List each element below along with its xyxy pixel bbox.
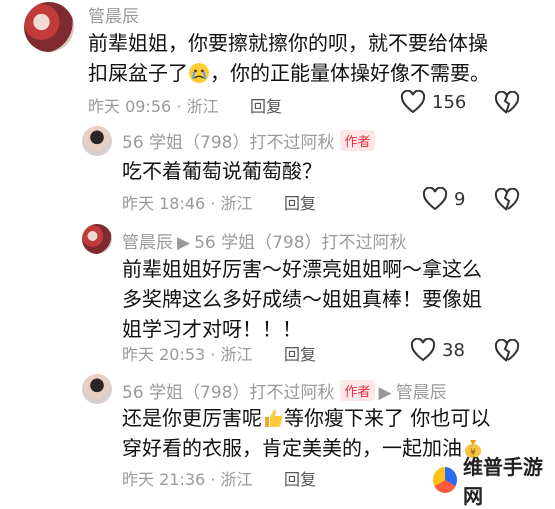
broken-heart-icon — [494, 91, 520, 115]
comment-text: 吃不着葡萄说葡萄酸？ — [122, 159, 322, 183]
watermark-logo-icon — [433, 467, 457, 493]
broken-heart-icon — [494, 339, 520, 363]
like-count: 38 — [442, 339, 465, 361]
comment-text-line: 多奖牌这么多好成绩～姐姐真棒！要像姐 — [122, 287, 482, 311]
reply-arrow-icon: ▶ — [378, 383, 392, 403]
comment-text-line: 穿好看的衣服，肯定美美的，一起加油 — [122, 436, 462, 460]
comment-meta: 昨天 09:56 · 浙江 — [88, 97, 219, 116]
watermark: 维普手游网 — [425, 455, 555, 508]
author-name-text: 56 学姐（798）打不过阿秋 — [122, 133, 335, 153]
comment-meta: 昨天 18:46 · 浙江 — [122, 194, 253, 213]
like-count: 156 — [432, 91, 467, 113]
comment-text-line: 前辈姐姐，你要擦就擦你的呗，就不要给体操 — [88, 31, 488, 55]
reply-button[interactable]: 回复 — [284, 190, 316, 214]
comment-meta: 昨天 21:36 · 浙江 — [122, 470, 253, 489]
author-badge: 作者 — [340, 130, 375, 151]
like-button[interactable]: 9 — [422, 187, 465, 211]
comment-text: 前辈姐姐好厉害～好漂亮姐姐啊～拿这么 多奖牌这么多好成绩～姐姐真棒！要像姐 姐学… — [122, 254, 542, 344]
comment-meta: 昨天 20:53 · 浙江 — [122, 345, 253, 364]
avatar[interactable] — [82, 224, 112, 254]
thumbs-up-emoji-icon — [262, 407, 284, 429]
author-name-text: 56 学姐（798）打不过阿秋 — [122, 383, 335, 403]
comment-text-line: 还是你更厉害呢 — [122, 406, 262, 430]
heart-icon — [400, 90, 426, 114]
reply-to-name[interactable]: 56 学姐（798）打不过阿秋 — [194, 233, 406, 253]
comment-author-name[interactable]: 56 学姐（798）打不过阿秋 作者 — [122, 128, 375, 153]
comment-author-name[interactable]: 管晨辰 ▶ 56 学姐（798）打不过阿秋 — [122, 228, 407, 253]
like-button[interactable]: 156 — [400, 90, 466, 114]
reply-button[interactable]: 回复 — [250, 93, 282, 117]
comment-text-line: 姐学习才对呀！！！ — [122, 317, 302, 341]
reply-arrow-icon: ▶ — [177, 233, 191, 253]
crying-face-emoji-icon — [188, 62, 210, 84]
reply-button[interactable]: 回复 — [284, 466, 316, 490]
dislike-button[interactable] — [494, 188, 520, 212]
dislike-button[interactable] — [494, 339, 520, 363]
comment-text-line: 前辈姐姐好厉害～好漂亮姐姐啊～拿这么 — [122, 257, 482, 281]
dislike-button[interactable] — [494, 91, 520, 115]
comment-author-name[interactable]: 56 学姐（798）打不过阿秋 作者 ▶ 管晨辰 — [122, 378, 447, 403]
avatar[interactable] — [82, 126, 112, 156]
heart-icon — [422, 187, 448, 211]
reply-button[interactable]: 回复 — [284, 341, 316, 365]
comment-text-line: ，你的正能量体操好像不需要。 — [210, 61, 490, 85]
comment-text: 前辈姐姐，你要擦就擦你的呗，就不要给体操 扣屎盆子了 ，你的正能量体操好像不需要。 — [88, 28, 548, 88]
comment-text-line: 扣屎盆子了 — [88, 61, 188, 85]
avatar[interactable] — [82, 374, 112, 404]
author-name-text: 管晨辰 — [122, 233, 173, 253]
watermark-text: 维普手游网 — [462, 455, 543, 508]
comment-text-line: 等你瘦下来了 你也可以 — [284, 406, 491, 430]
heart-icon — [410, 338, 436, 362]
author-badge: 作者 — [340, 380, 375, 401]
broken-heart-icon — [494, 188, 520, 212]
like-count: 9 — [454, 188, 466, 210]
avatar[interactable] — [24, 2, 74, 52]
like-button[interactable]: 38 — [410, 338, 465, 362]
reply-to-name[interactable]: 管晨辰 — [396, 383, 447, 403]
comment-author-name[interactable]: 管晨辰 — [88, 2, 139, 27]
